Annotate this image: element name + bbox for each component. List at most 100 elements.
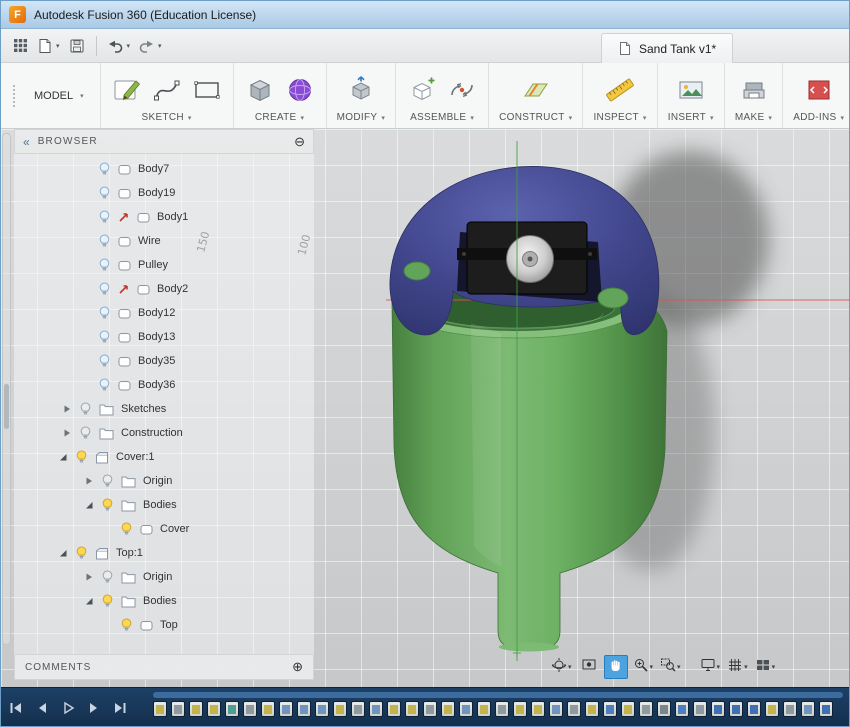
timeline-feature-pattern[interactable]: [729, 701, 743, 717]
form-icon[interactable]: [284, 74, 316, 106]
visibility-bulb-icon[interactable]: [98, 330, 111, 344]
timeline-feature-sketch[interactable]: [333, 701, 347, 717]
viewports-button[interactable]: ▾: [753, 655, 778, 679]
timeline-feature-extrude[interactable]: [171, 701, 185, 717]
ribbon-dropdown-construct[interactable]: CONSTRUCT ▾: [499, 112, 572, 123]
look-at-button[interactable]: [577, 655, 601, 679]
browser-item-sketches[interactable]: Sketches: [14, 397, 314, 421]
timeline-scrollbar[interactable]: [153, 692, 843, 698]
joint-icon[interactable]: [446, 74, 478, 106]
browser-item-body1[interactable]: Body1: [14, 205, 314, 229]
visibility-bulb-icon[interactable]: [101, 474, 114, 488]
browser-item-body19[interactable]: Body19: [14, 181, 314, 205]
browser-item-top[interactable]: Top: [14, 613, 314, 637]
undo-button[interactable]: ▾: [103, 33, 135, 59]
visibility-bulb-icon[interactable]: [98, 186, 111, 200]
browser-item-cover[interactable]: Cover: [14, 517, 314, 541]
timeline-feature-extrude[interactable]: [693, 701, 707, 717]
browser-item-pulley[interactable]: Pulley: [14, 253, 314, 277]
timeline-feature-extrude[interactable]: [243, 701, 257, 717]
print-icon[interactable]: [738, 74, 770, 106]
image-icon[interactable]: [675, 74, 707, 106]
timeline-feature-extrude[interactable]: [351, 701, 365, 717]
visibility-bulb-icon[interactable]: [98, 162, 111, 176]
visibility-bulb-icon[interactable]: [79, 402, 92, 416]
browser-item-body7[interactable]: Body7: [14, 157, 314, 181]
ribbon-dropdown-modify[interactable]: MODIFY ▾: [337, 112, 386, 123]
plane-icon[interactable]: [520, 74, 552, 106]
browser-item-bodies[interactable]: Bodies: [14, 589, 314, 613]
timeline-feature-pattern[interactable]: [747, 701, 761, 717]
comments-bar[interactable]: COMMENTS ⊕: [14, 654, 314, 680]
browser-item-body13[interactable]: Body13: [14, 325, 314, 349]
browser-item-body2[interactable]: Body2: [14, 277, 314, 301]
visibility-bulb-icon[interactable]: [98, 306, 111, 320]
visibility-bulb-icon[interactable]: [75, 546, 88, 560]
visibility-bulb-icon[interactable]: [120, 522, 133, 536]
measure-icon[interactable]: [604, 74, 636, 106]
timeline-feature-sketch[interactable]: [621, 701, 635, 717]
pan-button[interactable]: [603, 655, 628, 679]
timeline-feature-hole[interactable]: [369, 701, 383, 717]
display-settings-button[interactable]: ▾: [698, 655, 723, 679]
timeline-feature-sketch[interactable]: [441, 701, 455, 717]
expand-twisty-icon[interactable]: [62, 428, 72, 438]
timeline-feature-hole[interactable]: [801, 701, 815, 717]
timeline-feature-extrude[interactable]: [783, 701, 797, 717]
app-menu-button[interactable]: [7, 33, 33, 59]
timeline-feature-extrude[interactable]: [639, 701, 653, 717]
timeline-feature-hole[interactable]: [297, 701, 311, 717]
play-button[interactable]: [59, 699, 76, 716]
browser-scrollbar[interactable]: [2, 133, 11, 645]
visibility-bulb-icon[interactable]: [98, 234, 111, 248]
timeline-feature-hole[interactable]: [549, 701, 563, 717]
orbit-button[interactable]: ▾: [549, 655, 574, 679]
timeline-feature-revolve[interactable]: [225, 701, 239, 717]
browser-item-body12[interactable]: Body12: [14, 301, 314, 325]
visibility-bulb-icon[interactable]: [75, 450, 88, 464]
visibility-bulb-icon[interactable]: [101, 570, 114, 584]
workspace-selector[interactable]: MODEL ▾: [1, 63, 101, 128]
browser-item-origin[interactable]: Origin: [14, 469, 314, 493]
browser-item-bodies[interactable]: Bodies: [14, 493, 314, 517]
timeline-feature-sketch[interactable]: [765, 701, 779, 717]
browser-remove-icon[interactable]: ⊖: [294, 134, 305, 150]
ribbon-dropdown-make[interactable]: MAKE ▾: [735, 112, 772, 123]
timeline-feature-sketch[interactable]: [207, 701, 221, 717]
timeline-feature-extrude[interactable]: [567, 701, 581, 717]
timeline-feature-sketch[interactable]: [513, 701, 527, 717]
browser-item-origin[interactable]: Origin: [14, 565, 314, 589]
browser-item-body36[interactable]: Body36: [14, 373, 314, 397]
browser-scrollbar-thumb[interactable]: [4, 384, 9, 429]
expand-twisty-icon[interactable]: [62, 404, 72, 414]
timeline-feature-pattern[interactable]: [711, 701, 725, 717]
press-pull-icon[interactable]: [345, 74, 377, 106]
browser-item-construction[interactable]: Construction: [14, 421, 314, 445]
step-forward-button[interactable]: [85, 699, 102, 716]
visibility-bulb-icon[interactable]: [98, 282, 111, 296]
visibility-bulb-icon[interactable]: [98, 378, 111, 392]
timeline-feature-sketch[interactable]: [531, 701, 545, 717]
visibility-bulb-icon[interactable]: [101, 498, 114, 512]
create-sketch-icon[interactable]: [111, 74, 143, 106]
scripts-icon[interactable]: [803, 74, 835, 106]
visibility-bulb-icon[interactable]: [98, 210, 111, 224]
rectangle-icon[interactable]: [191, 74, 223, 106]
collapse-twisty-icon[interactable]: [84, 596, 94, 606]
timeline-feature-move[interactable]: [675, 701, 689, 717]
visibility-bulb-icon[interactable]: [120, 618, 133, 632]
collapse-twisty-icon[interactable]: [58, 452, 68, 462]
step-back-button[interactable]: [33, 699, 50, 716]
timeline-feature-sketch[interactable]: [585, 701, 599, 717]
skip-start-button[interactable]: [7, 699, 24, 716]
file-menu-button[interactable]: ▾: [33, 33, 64, 59]
visibility-bulb-icon[interactable]: [101, 594, 114, 608]
browser-item-wire[interactable]: Wire: [14, 229, 314, 253]
expand-twisty-icon[interactable]: [84, 476, 94, 486]
new-component-icon[interactable]: [406, 74, 438, 106]
visibility-bulb-icon[interactable]: [79, 426, 92, 440]
visibility-bulb-icon[interactable]: [98, 354, 111, 368]
redo-button[interactable]: ▾: [134, 33, 166, 59]
window-zoom-button[interactable]: ▾: [658, 655, 683, 679]
save-button[interactable]: [64, 33, 90, 59]
